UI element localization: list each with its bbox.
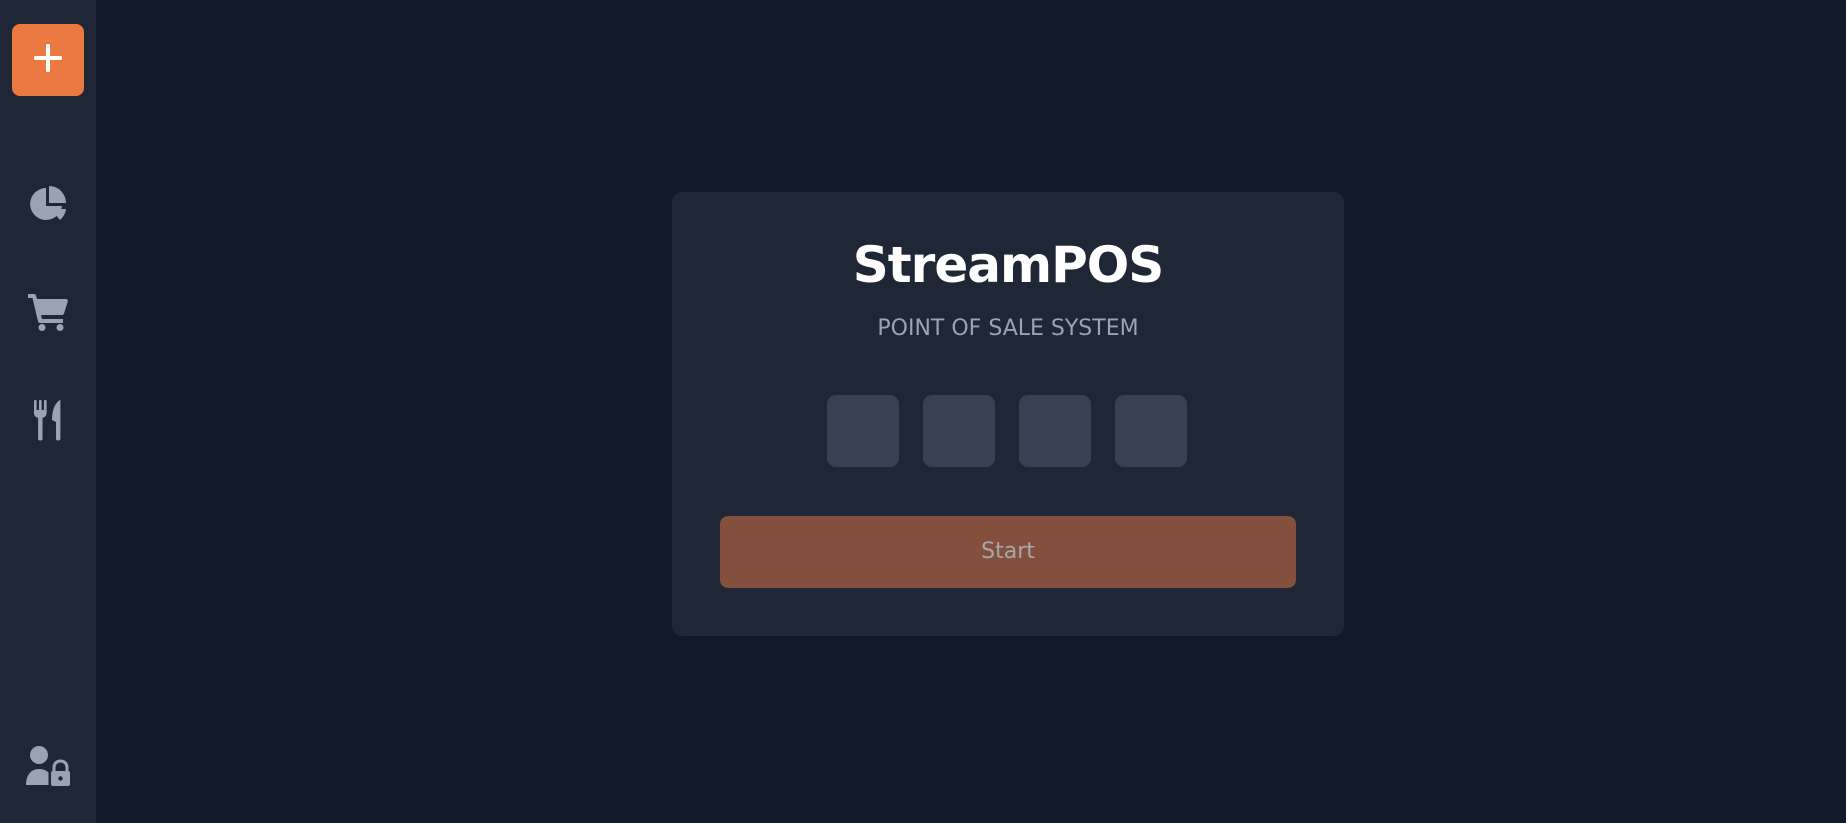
- shopping-cart-icon: [26, 290, 70, 332]
- pin-digit-2[interactable]: [923, 395, 995, 467]
- utensils-icon: [30, 398, 66, 442]
- sidebar-item-reports[interactable]: [24, 180, 72, 228]
- new-order-button[interactable]: [12, 24, 84, 96]
- pin-digit-1[interactable]: [827, 395, 899, 467]
- user-lock-icon: [24, 745, 72, 787]
- pin-digit-3[interactable]: [1019, 395, 1091, 467]
- sidebar-item-user-lock[interactable]: [24, 742, 72, 790]
- login-card: StreamPOS POINT OF SALE SYSTEM Start: [672, 192, 1344, 636]
- pie-chart-icon: [27, 183, 69, 225]
- start-button[interactable]: Start: [720, 516, 1296, 588]
- pin-input-group: [827, 395, 1189, 467]
- plus-icon: [30, 40, 66, 80]
- sidebar-item-menu[interactable]: [24, 396, 72, 444]
- pin-digit-4[interactable]: [1115, 395, 1187, 467]
- app-title: StreamPOS: [852, 236, 1164, 294]
- app-root: StreamPOS POINT OF SALE SYSTEM Start: [0, 0, 1846, 823]
- app-subtitle: POINT OF SALE SYSTEM: [877, 316, 1139, 341]
- sidebar: [0, 0, 96, 823]
- main-content: StreamPOS POINT OF SALE SYSTEM Start: [96, 0, 1846, 823]
- sidebar-item-orders[interactable]: [24, 287, 72, 335]
